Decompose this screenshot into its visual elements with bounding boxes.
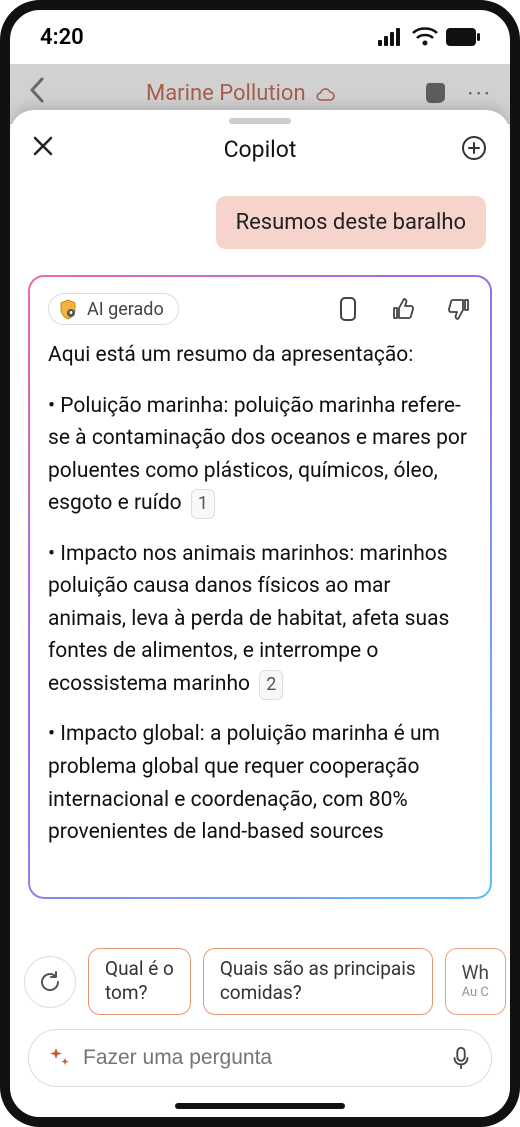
ai-card-toolbar: AI gerado xyxy=(48,293,472,325)
ai-intro: Aqui está um resumo da apresentação: xyxy=(48,339,472,372)
sheet-drag-handle[interactable] xyxy=(229,118,291,124)
status-bar: 4:20 xyxy=(10,10,510,64)
more-menu-icon[interactable]: ··· xyxy=(467,80,492,108)
suggestion-chip[interactable]: Qual é o tom? xyxy=(88,948,191,1015)
copilot-sheet: Copilot Resumos deste baralho AI gerado xyxy=(10,110,510,1117)
ai-generated-badge[interactable]: AI gerado xyxy=(48,293,179,325)
suggestion-row: Qual é o tom? Quais são as principais co… xyxy=(10,936,510,1023)
prompt-input[interactable] xyxy=(83,1046,437,1070)
suggestion-chip[interactable]: Quais são as principais comidas? xyxy=(203,948,433,1015)
prompt-input-bar[interactable] xyxy=(28,1029,492,1087)
suggestion-text: tom? xyxy=(105,981,174,1006)
reference-badge[interactable]: 1 xyxy=(191,489,215,519)
ai-response-card: AI gerado xyxy=(28,275,492,899)
cellular-icon xyxy=(378,28,404,46)
suggestion-chip[interactable]: Wh Au C xyxy=(445,948,506,1015)
status-time: 4:20 xyxy=(40,25,84,50)
wifi-icon xyxy=(412,27,438,47)
close-icon xyxy=(32,135,54,157)
suggestion-text: Wh xyxy=(462,961,489,986)
refresh-icon xyxy=(38,970,62,994)
shield-icon xyxy=(57,298,79,320)
suggestion-text: Qual é o xyxy=(105,957,174,982)
ai-bullet: • Impacto nos animais marinhos: marinhos… xyxy=(48,538,472,701)
ai-bullet: • Poluição marinha: poluição marinha ref… xyxy=(48,390,472,520)
home-indicator[interactable] xyxy=(175,1103,345,1109)
sparkle-icon xyxy=(47,1046,71,1070)
back-chevron-icon[interactable] xyxy=(28,77,46,110)
thumbs-up-icon xyxy=(390,296,416,322)
phone-frame: 4:20 Marine Pollution ··· Copilot xyxy=(0,0,520,1127)
copilot-entry-icon[interactable] xyxy=(423,81,449,107)
copy-icon xyxy=(336,295,360,323)
close-button[interactable] xyxy=(32,134,66,164)
sheet-title: Copilot xyxy=(224,136,297,163)
suggestion-text: comidas? xyxy=(220,981,416,1006)
document-title: Marine Pollution xyxy=(146,81,423,106)
ai-bullet: • Impacto global: a poluição marinha é u… xyxy=(48,718,472,848)
ai-bullet-text: • Impacto nos animais marinhos: marinhos… xyxy=(48,542,449,696)
microphone-icon[interactable] xyxy=(449,1046,473,1070)
reference-badge[interactable]: 2 xyxy=(259,670,283,700)
sheet-header: Copilot xyxy=(10,128,510,178)
suggestion-text: Au C xyxy=(462,985,489,1002)
user-message-bubble: Resumos deste baralho xyxy=(216,196,486,249)
battery-icon xyxy=(446,28,480,46)
sheet-body: Resumos deste baralho AI gerado xyxy=(10,178,510,936)
new-chat-icon xyxy=(460,135,488,163)
new-chat-button[interactable] xyxy=(454,135,488,163)
document-title-text: Marine Pollution xyxy=(146,81,306,106)
refresh-suggestions-button[interactable] xyxy=(24,956,76,1008)
cloud-icon xyxy=(315,86,335,102)
ai-badge-label: AI gerado xyxy=(87,299,164,320)
thumbs-down-button[interactable] xyxy=(446,296,472,322)
ai-response-inner: AI gerado xyxy=(30,277,490,897)
ai-bullet-text: • Impacto global: a poluição marinha é u… xyxy=(48,722,440,844)
suggestion-text: Quais são as principais xyxy=(220,957,416,982)
ai-response-text: Aqui está um resumo da apresentação: • P… xyxy=(48,339,472,867)
ai-bullet-text: • Poluição marinha: poluição marinha ref… xyxy=(48,394,467,516)
thumbs-up-button[interactable] xyxy=(390,296,416,322)
thumbs-down-icon xyxy=(446,296,472,322)
copy-button[interactable] xyxy=(336,295,360,323)
status-icons xyxy=(378,27,480,47)
